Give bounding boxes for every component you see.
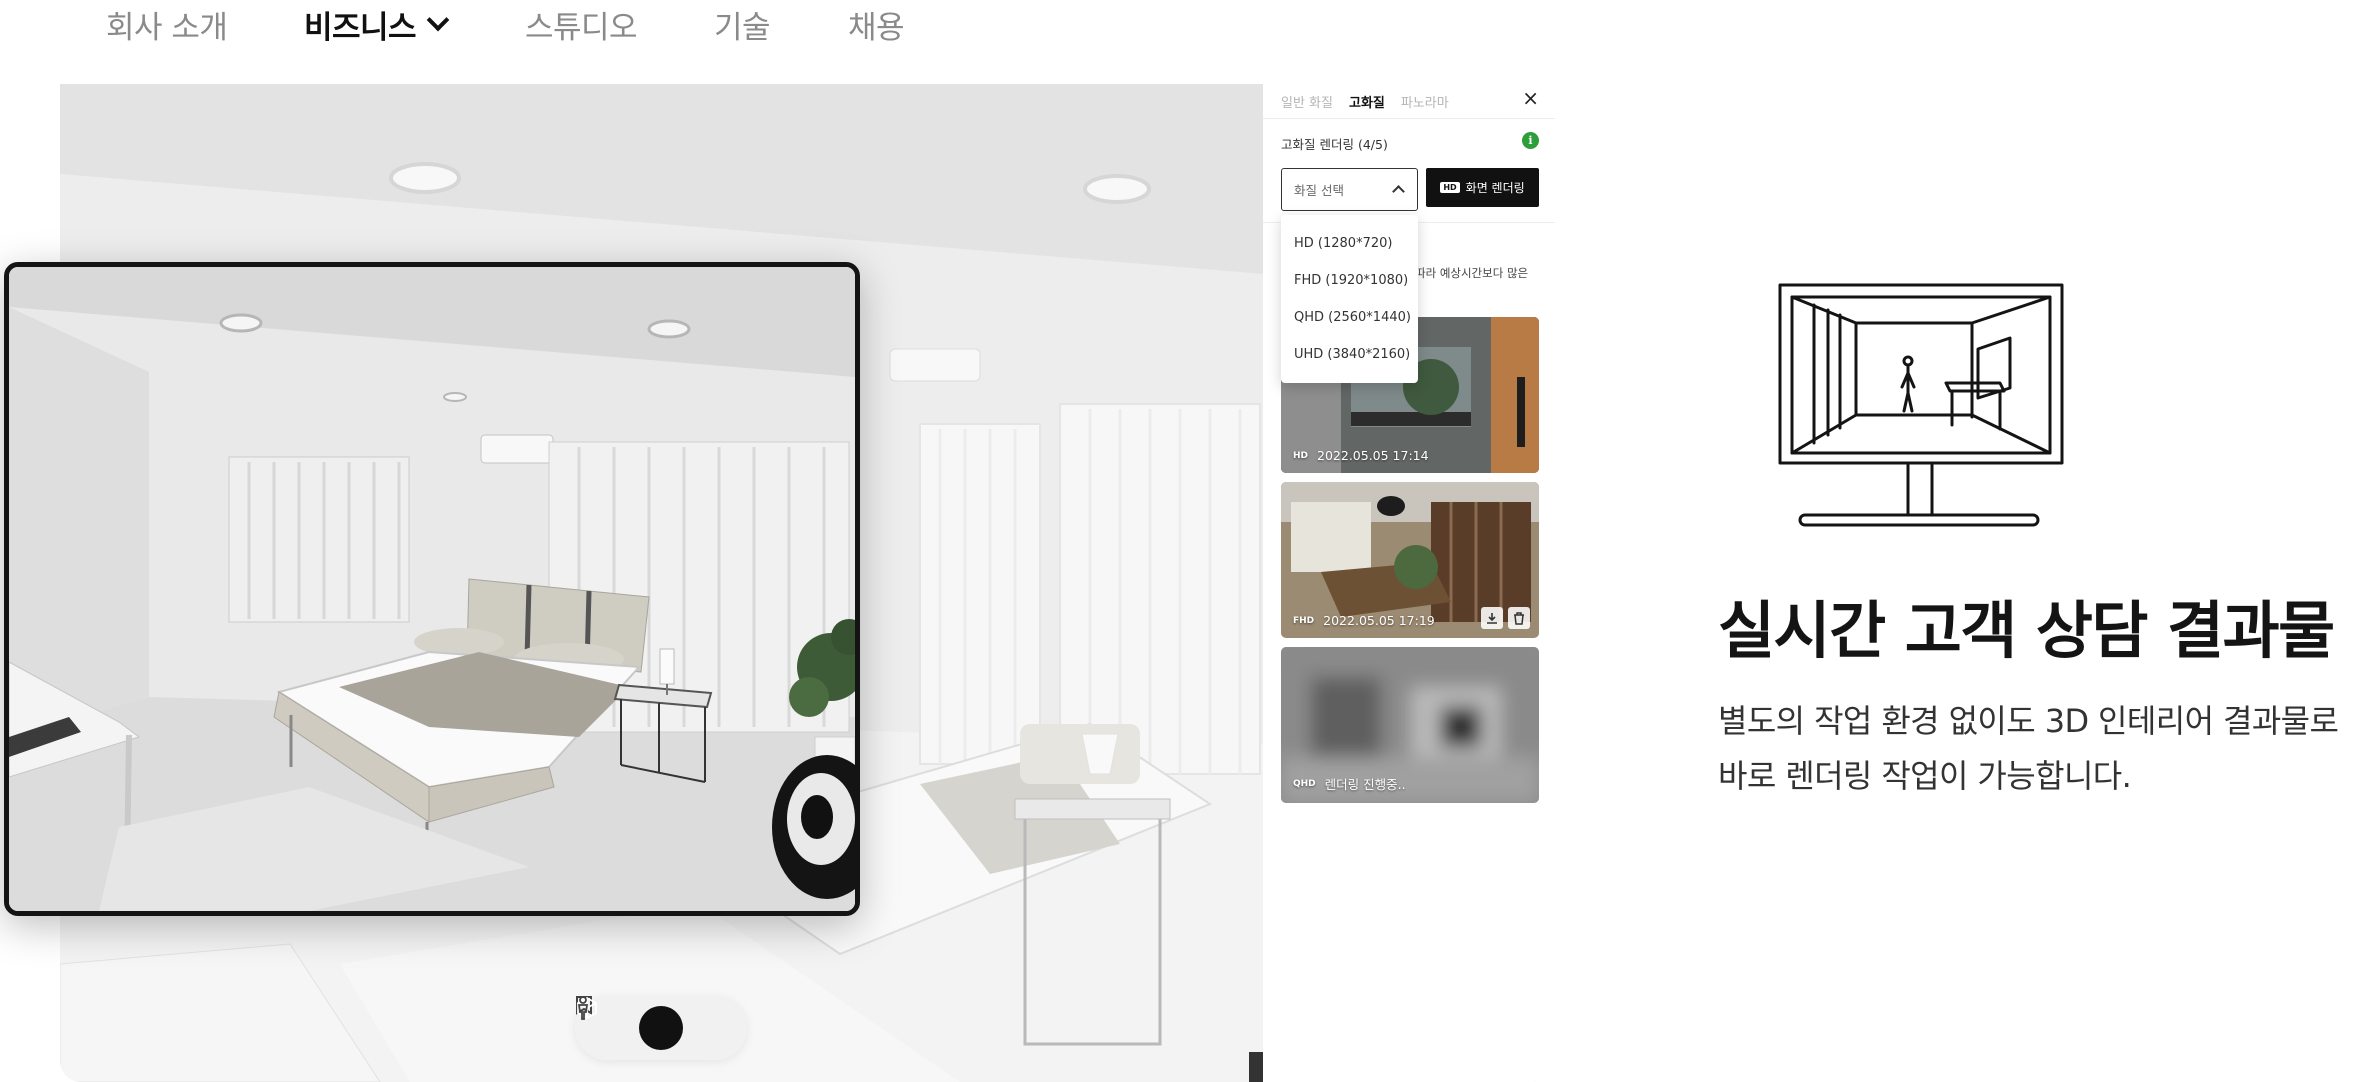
nav-item-studio[interactable]: 스튜디오: [525, 2, 638, 47]
nav-item-tech[interactable]: 기술: [714, 2, 771, 47]
info-icon[interactable]: i: [1522, 132, 1539, 149]
render-screen-button[interactable]: HD 화면 렌더링: [1426, 168, 1539, 207]
room-preview-popup: [4, 262, 860, 916]
quality-option-qhd[interactable]: QHD (2560*1440): [1281, 299, 1418, 336]
quality-tag: HD: [1293, 450, 1309, 461]
quality-option-fhd[interactable]: FHD (1920*1080): [1281, 262, 1418, 299]
render-timestamp: 2022.05.05 17:19: [1323, 613, 1435, 628]
nav-item-company[interactable]: 회사 소개: [106, 2, 228, 47]
monitor-3d-room-illustration: [1778, 283, 2064, 527]
hd-badge-icon: HD: [1440, 182, 1460, 193]
quality-select[interactable]: 화질 선택: [1281, 168, 1418, 211]
render-screen-button-label: 화면 렌더링: [1465, 181, 1525, 195]
person-icon[interactable]: [577, 996, 734, 1050]
quality-tag: QHD: [1293, 778, 1316, 789]
quality-option-hd[interactable]: HD (1280*720): [1281, 225, 1418, 262]
quality-option-uhd[interactable]: UHD (3840*2160): [1281, 336, 1418, 373]
feature-headline: 실시간 고객 상담 결과물: [1718, 594, 2335, 667]
download-icon[interactable]: [1481, 607, 1503, 629]
render-panel: 일반 화질 고화질 파노라마 × 고화질 렌더링 (4/5) i 화질 선택 H…: [1263, 84, 1555, 1082]
3d-cube-icon[interactable]: [577, 996, 683, 1050]
quality-tag: FHD: [1293, 615, 1315, 626]
view-mode-toolbar: [575, 996, 747, 1060]
render-count-label: 고화질 렌더링 (4/5): [1281, 137, 1388, 152]
nav-item-business[interactable]: 비즈니스: [304, 2, 450, 47]
top-nav: 회사 소개 비즈니스 스튜디오 기술 채용: [0, 0, 2368, 50]
quality-tabs: 일반 화질 고화질 파노라마: [1281, 84, 1449, 118]
render-timestamp: 2022.05.05 17:14: [1317, 448, 1429, 463]
trash-icon[interactable]: [1508, 607, 1530, 629]
quality-dropdown-menu: HD (1280*720) FHD (1920*1080) QHD (2560*…: [1281, 215, 1418, 383]
tab-high-quality[interactable]: 고화질: [1349, 92, 1385, 111]
divider: [1263, 118, 1555, 119]
feature-description: 별도의 작업 환경 없이도 3D 인테리어 결과물로 바로 렌더링 작업이 가능…: [1718, 702, 2339, 795]
tab-normal-quality[interactable]: 일반 화질: [1281, 92, 1333, 111]
quality-select-placeholder: 화질 선택: [1294, 183, 1344, 198]
render-thumbnail-qhd[interactable]: QHD 렌더링 진행중..: [1281, 647, 1539, 803]
close-icon[interactable]: ×: [1522, 86, 1539, 110]
chevron-down-icon: [426, 8, 450, 31]
bedroom-render-image: [9, 267, 855, 911]
tab-panorama[interactable]: 파노라마: [1401, 92, 1449, 111]
render-time-note: 따라 예상시간보다 많은: [1415, 266, 1529, 280]
render-status: 렌더링 진행중..: [1324, 777, 1406, 792]
render-thumbnail-fhd[interactable]: FHD 2022.05.05 17:19: [1281, 482, 1539, 638]
nav-item-careers[interactable]: 채용: [848, 2, 905, 47]
chevron-up-icon: [1392, 185, 1405, 198]
